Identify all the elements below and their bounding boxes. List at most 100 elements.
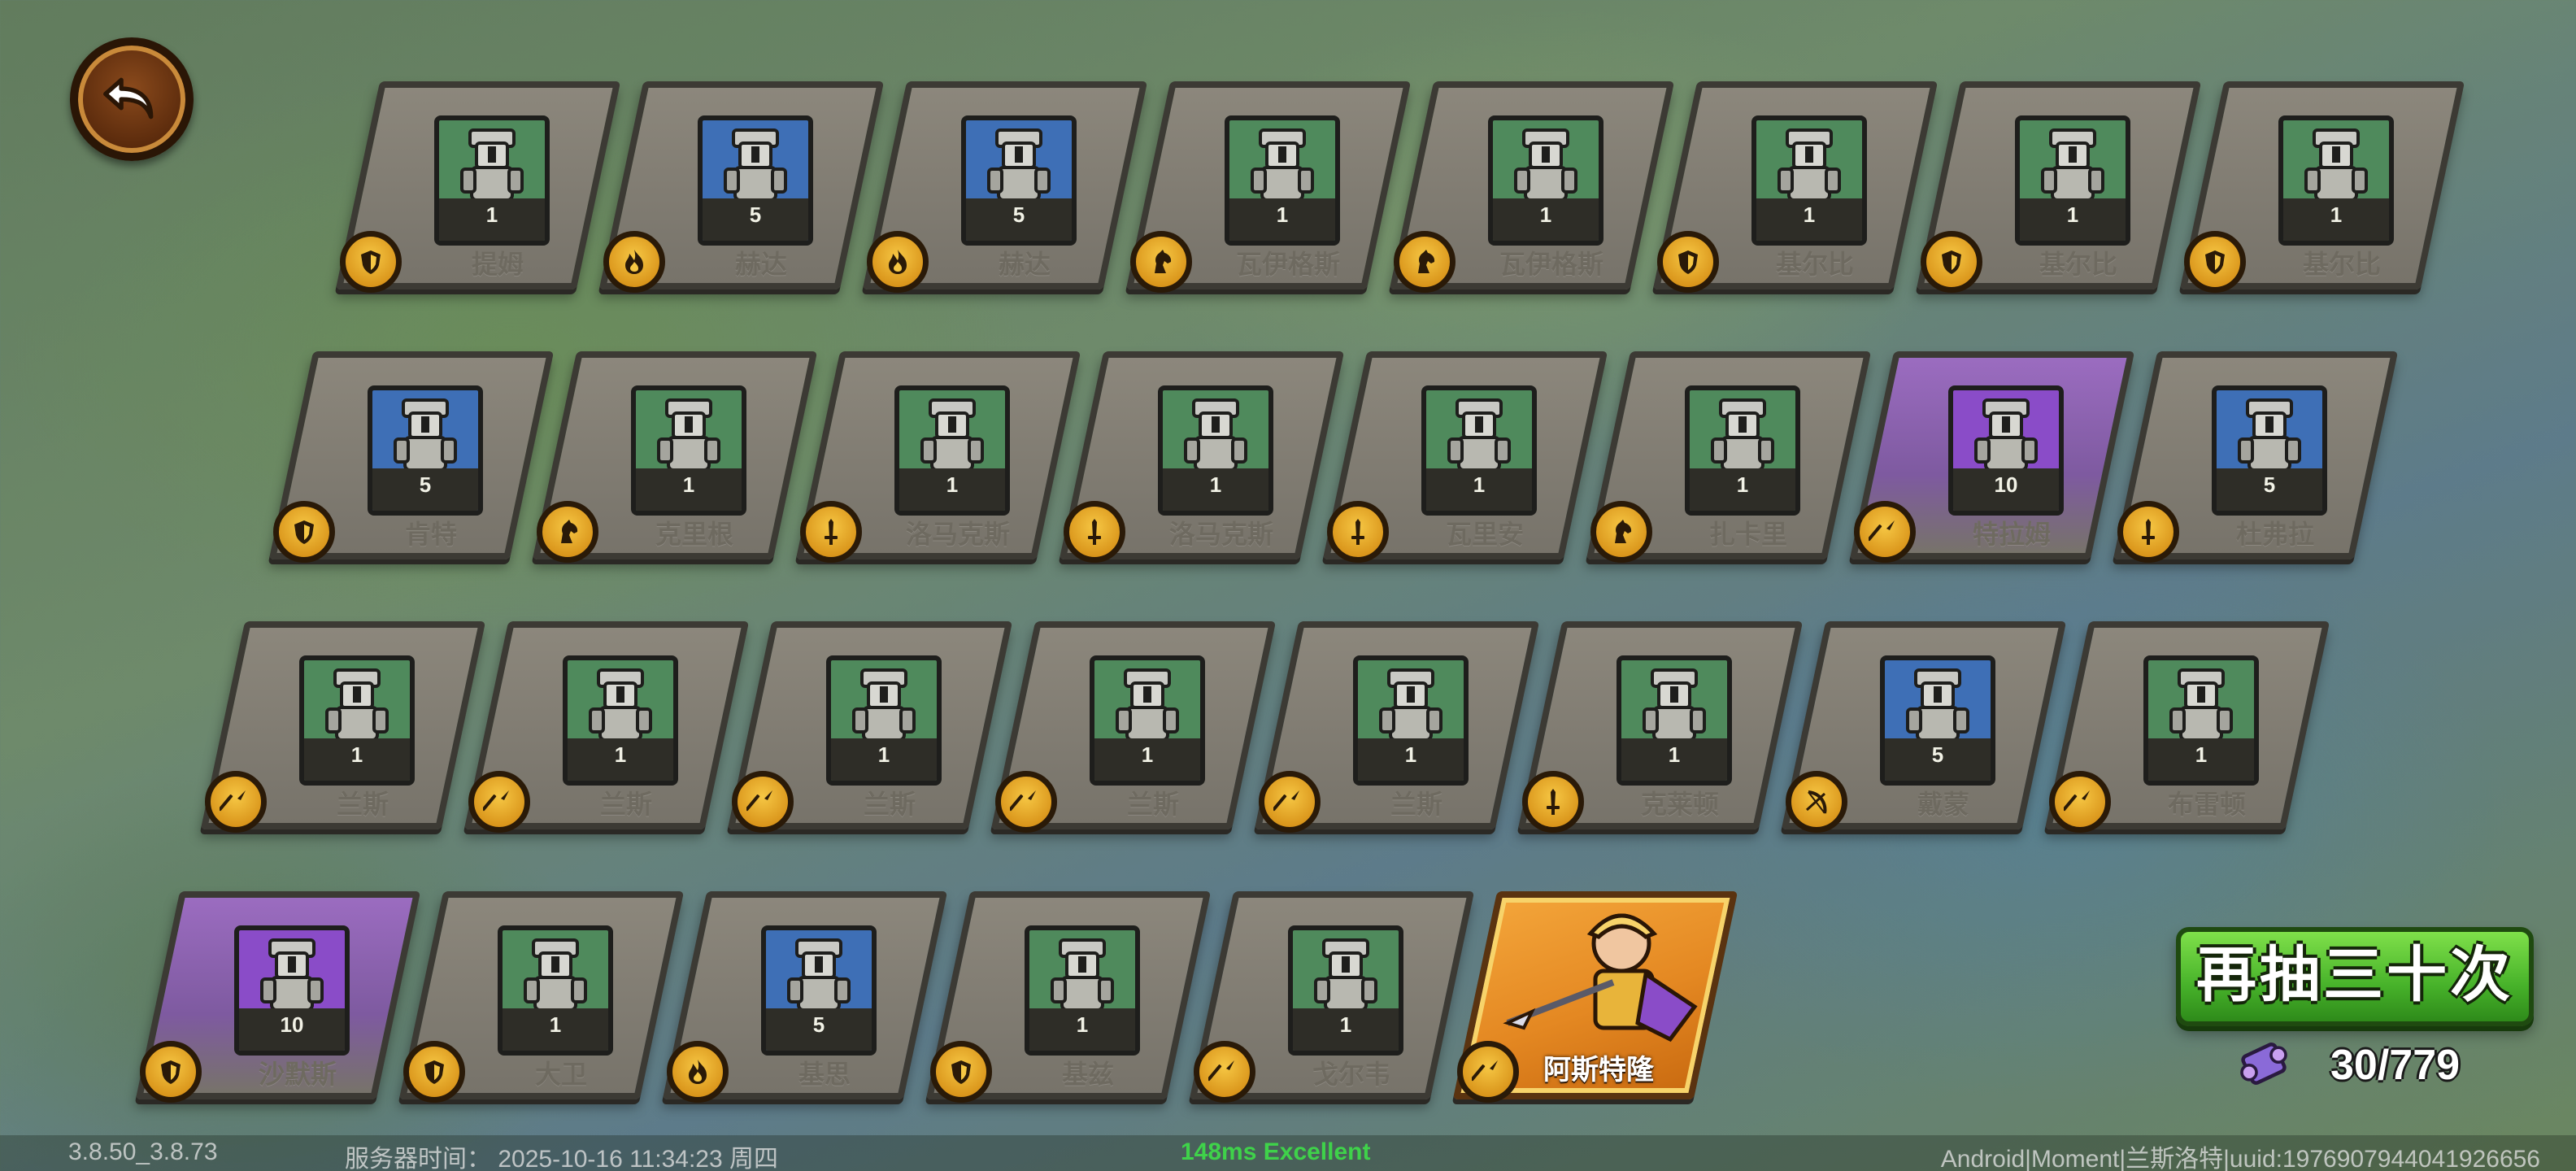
unit-card[interactable]: 5 基思 (662, 891, 948, 1103)
unit-name: 兰斯 (1390, 789, 1442, 820)
unit-name: 布雷顿 (2167, 789, 2246, 820)
unit-card[interactable]: 1 兰斯 (990, 621, 1277, 833)
unit-portrait: 1 (563, 655, 678, 786)
unit-name: 扎卡里 (1708, 519, 1787, 550)
unit-card[interactable]: 5 戴蒙 (1781, 621, 2067, 833)
unit-count: 5 (766, 1008, 872, 1051)
unit-portrait: 1 (1488, 115, 1603, 246)
unit-count: 1 (304, 738, 410, 781)
unit-name: 提姆 (471, 249, 524, 280)
unit-card[interactable]: 1 瓦伊格斯 (1125, 81, 1412, 293)
unit-card[interactable]: 5 杜弗拉 (2113, 351, 2399, 563)
unit-card[interactable]: 1 洛马克斯 (795, 351, 1081, 563)
unit-card[interactable]: 1 提姆 (335, 81, 621, 293)
unit-portrait: 1 (1225, 115, 1340, 246)
unit-card[interactable]: 1 兰斯 (727, 621, 1013, 833)
back-arrow-icon (103, 77, 154, 120)
unit-portrait: 5 (2212, 385, 2327, 516)
spear-class-icon (995, 771, 1057, 833)
shield-class-icon (1921, 231, 1982, 293)
spear-class-icon (1259, 771, 1321, 833)
shield-class-icon (930, 1041, 992, 1103)
unit-count: 1 (1493, 198, 1599, 241)
unit-portrait: 1 (299, 655, 415, 786)
unit-name: 克里根 (655, 519, 733, 550)
spear-class-icon (1854, 501, 1916, 563)
unit-count: 1 (2148, 738, 2254, 781)
unit-count: 10 (1953, 468, 2059, 511)
unit-count: 1 (1163, 468, 1268, 511)
unit-name: 瓦里安 (1445, 519, 1524, 550)
unit-card[interactable]: 1 洛马克斯 (1059, 351, 1345, 563)
unit-card[interactable]: 5 赫达 (862, 81, 1148, 293)
unit-count: 1 (1229, 198, 1335, 241)
horse-class-icon (1130, 231, 1192, 293)
unit-name: 沙默斯 (258, 1059, 337, 1090)
unit-count: 1 (831, 738, 937, 781)
unit-name: 赫达 (734, 249, 787, 280)
device-info-label: Android|Moment|兰斯洛特|uuid:197690794404192… (1940, 1146, 2540, 1171)
unit-card[interactable]: 1 基尔比 (1916, 81, 2202, 293)
back-button[interactable] (70, 37, 194, 161)
unit-card[interactable]: 1 克里根 (532, 351, 818, 563)
unit-name: 基尔比 (2302, 249, 2381, 280)
version-label: 3.8.50_3.8.73 (68, 1138, 218, 1165)
unit-portrait: 1 (1090, 655, 1205, 786)
unit-card[interactable]: 5 赫达 (598, 81, 885, 293)
unit-count: 1 (636, 468, 742, 511)
unit-card[interactable]: 1 瓦伊格斯 (1389, 81, 1675, 293)
shield-class-icon (2184, 231, 2246, 293)
unit-portrait: 1 (1288, 925, 1403, 1056)
flame-class-icon (667, 1041, 729, 1103)
horse-class-icon (1590, 501, 1652, 563)
unit-card[interactable]: 1 基兹 (925, 891, 1212, 1103)
redraw-thirty-button[interactable]: 再抽三十次 (2176, 927, 2534, 1026)
unit-portrait: 10 (1948, 385, 2064, 516)
hero-card[interactable]: 阿斯特隆 (1452, 891, 1738, 1103)
spear-class-icon (205, 771, 267, 833)
unit-card[interactable]: 10 沙默斯 (135, 891, 421, 1103)
unit-card[interactable]: 5 肯特 (268, 351, 555, 563)
server-time-label: 服务器时间： 2025-10-16 11:34:23 周四 (345, 1146, 779, 1171)
unit-count: 1 (1094, 738, 1200, 781)
unit-card[interactable]: 1 大卫 (398, 891, 685, 1103)
unit-portrait: 1 (1158, 385, 1273, 516)
unit-name: 兰斯 (1126, 789, 1179, 820)
unit-card[interactable]: 1 戈尔韦 (1189, 891, 1475, 1103)
unit-name: 特拉姆 (1972, 519, 2051, 550)
unit-count: 5 (966, 198, 1072, 241)
unit-count: 5 (703, 198, 808, 241)
unit-count: 1 (899, 468, 1005, 511)
unit-card[interactable]: 1 基尔比 (2179, 81, 2465, 293)
unit-card[interactable]: 1 基尔比 (1652, 81, 1939, 293)
unit-name: 克莱顿 (1640, 789, 1719, 820)
unit-count: 1 (1426, 468, 1532, 511)
unit-portrait: 1 (1421, 385, 1537, 516)
unit-count: 1 (1621, 738, 1727, 781)
unit-portrait: 1 (498, 925, 613, 1056)
horse-class-icon (537, 501, 598, 563)
unit-portrait: 1 (434, 115, 550, 246)
unit-card[interactable]: 1 瓦里安 (1322, 351, 1608, 563)
unit-portrait: 1 (1751, 115, 1867, 246)
unit-name: 洛马克斯 (1168, 519, 1273, 550)
unit-count: 5 (372, 468, 478, 511)
unit-portrait: 1 (631, 385, 746, 516)
unit-card[interactable]: 10 特拉姆 (1849, 351, 2135, 563)
unit-card[interactable]: 1 兰斯 (1254, 621, 1540, 833)
summon-scroll-icon (2240, 1043, 2287, 1085)
unit-name: 兰斯 (336, 789, 389, 820)
spear-class-icon (732, 771, 794, 833)
unit-card[interactable]: 1 兰斯 (463, 621, 750, 833)
unit-card[interactable]: 1 布雷顿 (2044, 621, 2330, 833)
unit-name: 基兹 (1061, 1059, 1114, 1090)
unit-portrait: 1 (2278, 115, 2394, 246)
unit-card[interactable]: 1 克莱顿 (1517, 621, 1804, 833)
unit-name: 基尔比 (1775, 249, 1854, 280)
unit-card[interactable]: 1 兰斯 (200, 621, 486, 833)
unit-count: 1 (1358, 738, 1464, 781)
unit-portrait: 1 (2143, 655, 2259, 786)
shield-class-icon (273, 501, 335, 563)
unit-card[interactable]: 1 扎卡里 (1586, 351, 1872, 563)
sword-class-icon (1522, 771, 1584, 833)
